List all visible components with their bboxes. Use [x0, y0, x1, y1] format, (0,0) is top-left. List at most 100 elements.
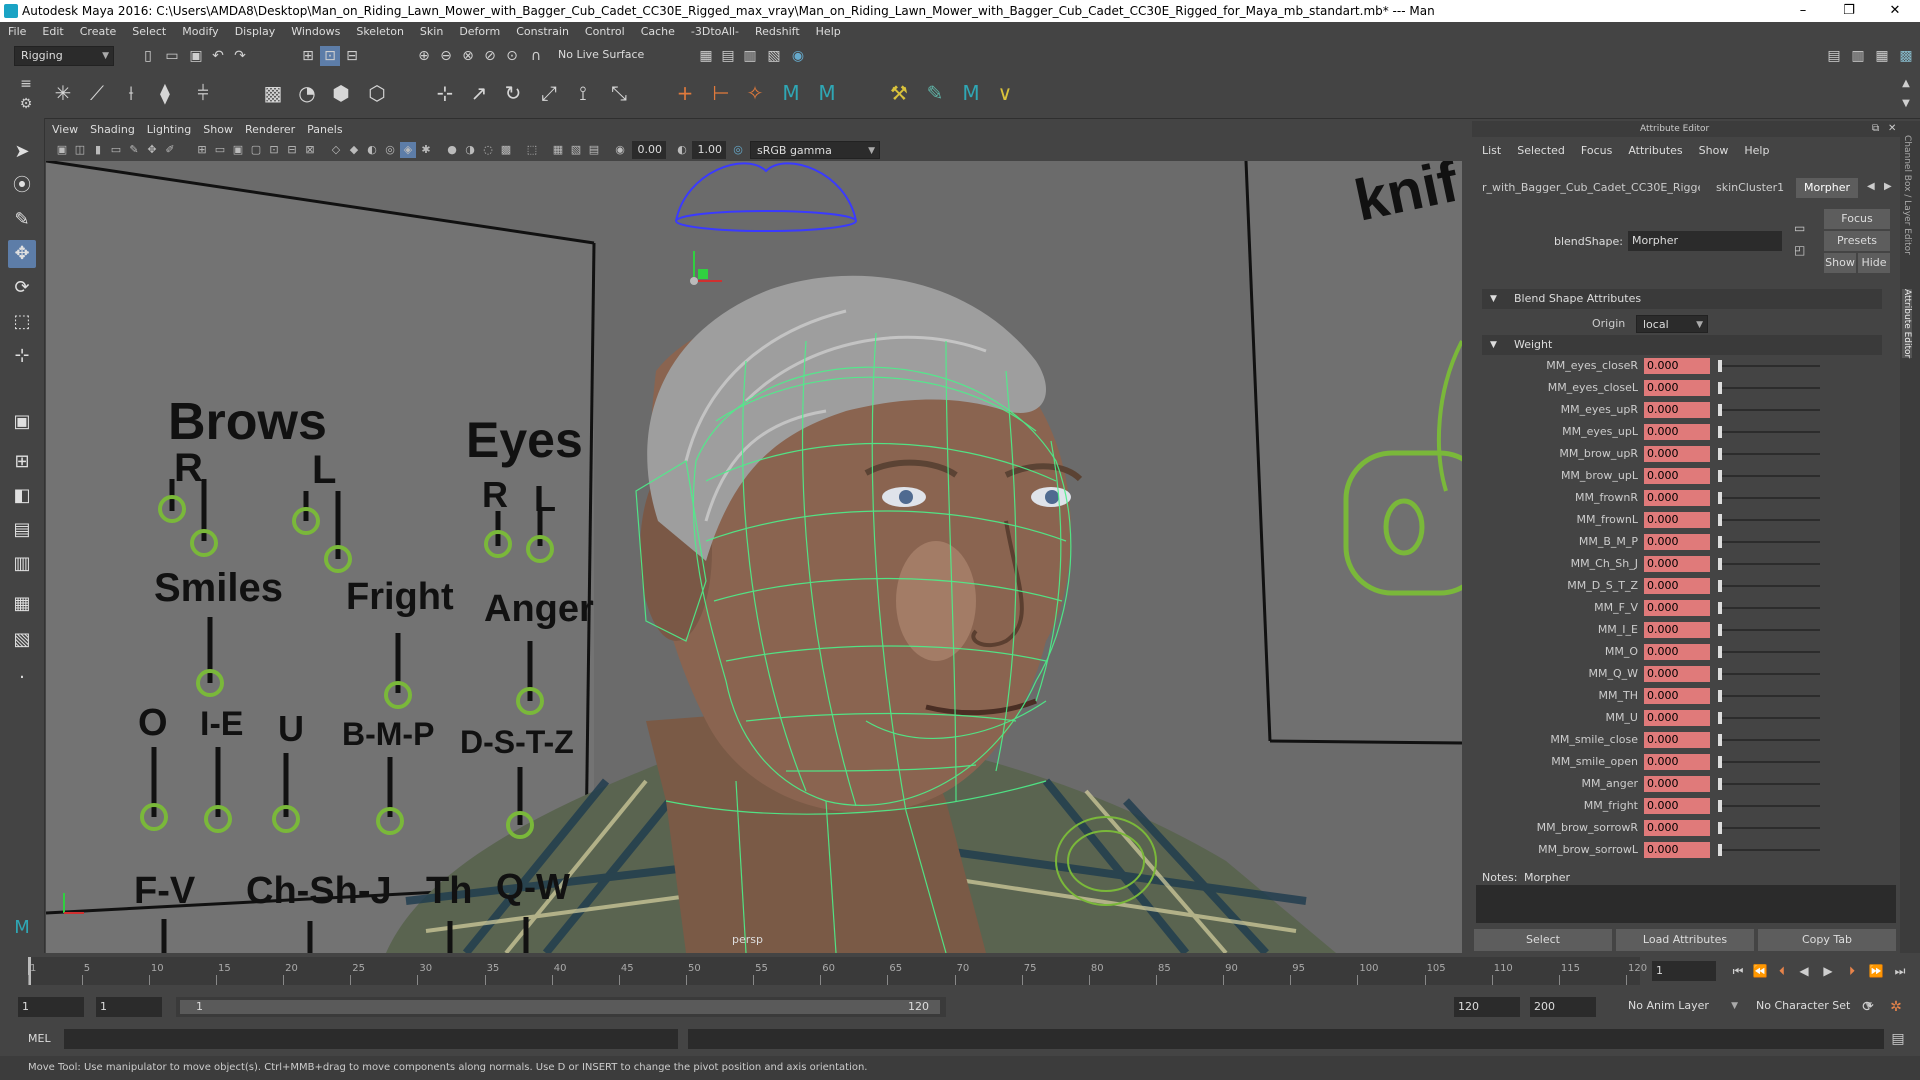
universal-manipulator-icon[interactable]: ⊹: [8, 342, 36, 370]
move-tool-icon[interactable]: ✥: [8, 240, 36, 268]
layout-graph-icon[interactable]: ▥: [8, 550, 36, 578]
hik-character-icon[interactable]: M: [812, 78, 842, 108]
safe-action-icon[interactable]: ⊟: [284, 142, 300, 158]
snap-point-icon[interactable]: ⊗: [458, 46, 478, 66]
weight-slider-handle[interactable]: [1718, 756, 1722, 768]
weight-slider-track[interactable]: [1720, 519, 1820, 521]
panel-menu-shading[interactable]: Shading: [84, 121, 141, 139]
undo-icon[interactable]: ↶: [208, 46, 228, 66]
step-forward-key-icon[interactable]: ⏩: [1866, 961, 1886, 981]
weight-slider-track[interactable]: [1720, 673, 1820, 675]
weight-value-field[interactable]: 0.000: [1644, 666, 1710, 682]
isolate-select-icon[interactable]: ⬚: [524, 142, 540, 158]
animation-start-field[interactable]: 1: [18, 997, 84, 1017]
hik-icon[interactable]: M: [776, 78, 806, 108]
play-backward-icon[interactable]: ◀: [1794, 961, 1814, 981]
blendshape-name-field[interactable]: Morpher: [1628, 231, 1782, 251]
weight-value-field[interactable]: 0.000: [1644, 578, 1710, 594]
hypershade-icon[interactable]: ◉: [788, 46, 808, 66]
weight-value-field[interactable]: 0.000: [1644, 534, 1710, 550]
weight-slider-handle[interactable]: [1718, 448, 1722, 460]
tab-prev-icon[interactable]: ◀: [1867, 181, 1875, 192]
weight-value-field[interactable]: 0.000: [1644, 776, 1710, 792]
layout-four-icon[interactable]: ⊞: [8, 448, 36, 476]
shelf-scroll-up-icon[interactable]: ▲: [1896, 74, 1916, 94]
scale-tool-icon[interactable]: ⬚: [8, 308, 36, 336]
new-scene-icon[interactable]: ▯: [138, 46, 158, 66]
panel-menu-lighting[interactable]: Lighting: [141, 121, 197, 139]
playback-end-field[interactable]: 120: [1454, 997, 1520, 1017]
weight-slider-handle[interactable]: [1718, 844, 1722, 856]
wireframe-on-shaded-icon[interactable]: ◎: [382, 142, 398, 158]
copy-tab-button[interactable]: Copy Tab: [1758, 929, 1896, 951]
render-settings-icon[interactable]: ▧: [764, 46, 784, 66]
render-sequence-icon[interactable]: ▤: [718, 46, 738, 66]
weight-value-field[interactable]: 0.000: [1644, 754, 1710, 770]
use-all-lights-icon[interactable]: ●: [444, 142, 460, 158]
shelf-menu-icon[interactable]: ≡: [16, 74, 36, 94]
ae-menu-focus[interactable]: Focus: [1573, 141, 1620, 161]
weight-value-field[interactable]: 0.000: [1644, 798, 1710, 814]
wireframe-icon[interactable]: ◇: [328, 142, 344, 158]
weight-slider-track[interactable]: [1720, 651, 1820, 653]
layout-side-icon[interactable]: ◧: [8, 482, 36, 510]
ae-menu-help[interactable]: Help: [1736, 141, 1777, 161]
color-management-icon[interactable]: ◎: [730, 142, 746, 158]
weight-slider-handle[interactable]: [1718, 536, 1722, 548]
paint-weights-icon[interactable]: ⫩: [188, 78, 218, 108]
viewport-persp[interactable]: Brows R L Eyes R L Smiles Fright Anger O…: [46, 161, 1462, 953]
select-object-icon[interactable]: ⊡: [320, 46, 340, 66]
panel-menu-panels[interactable]: Panels: [301, 121, 348, 139]
weight-value-field[interactable]: 0.000: [1644, 424, 1710, 440]
ipr-render-icon[interactable]: ▥: [740, 46, 760, 66]
weight-slider-track[interactable]: [1720, 761, 1820, 763]
anim-prefs-icon[interactable]: ✲: [1886, 997, 1906, 1017]
tool-settings-icon[interactable]: ▦: [1872, 46, 1892, 66]
weight-slider-track[interactable]: [1720, 585, 1820, 587]
hud-icon[interactable]: ▤: [586, 142, 602, 158]
weight-slider-track[interactable]: [1720, 541, 1820, 543]
magnet-icon[interactable]: ∩: [526, 46, 546, 66]
pen-icon[interactable]: ✐: [162, 142, 178, 158]
layout-persp-icon[interactable]: ▧: [8, 626, 36, 654]
weight-slider-track[interactable]: [1720, 717, 1820, 719]
layout-hypershade-icon[interactable]: ▦: [8, 590, 36, 618]
grease-pencil-icon[interactable]: ✎: [126, 142, 142, 158]
panel-menu-view[interactable]: View: [46, 121, 84, 139]
weight-slider-handle[interactable]: [1718, 624, 1722, 636]
weight-slider-handle[interactable]: [1718, 492, 1722, 504]
smooth-shade-icon[interactable]: ◆: [346, 142, 362, 158]
weight-value-field[interactable]: 0.000: [1644, 446, 1710, 462]
exposure-icon[interactable]: ◉: [612, 142, 628, 158]
weight-slider-track[interactable]: [1720, 629, 1820, 631]
gate-mask-icon[interactable]: ▢: [248, 142, 264, 158]
blend-shape-attributes-section[interactable]: ▼ Blend Shape Attributes: [1482, 289, 1882, 309]
layout-outliner-icon[interactable]: ▤: [8, 516, 36, 544]
weight-slider-track[interactable]: [1720, 607, 1820, 609]
weight-slider-track[interactable]: [1720, 695, 1820, 697]
weight-value-field[interactable]: 0.000: [1644, 820, 1710, 836]
weight-slider-handle[interactable]: [1718, 822, 1722, 834]
current-frame-field[interactable]: 1: [1652, 961, 1716, 981]
blendshape-icon[interactable]: ⬡: [362, 78, 392, 108]
component-editor-icon[interactable]: ⚒: [884, 78, 914, 108]
weight-slider-track[interactable]: [1720, 739, 1820, 741]
weight-value-field[interactable]: 0.000: [1644, 402, 1710, 418]
shelf-scroll-down-icon[interactable]: ▼: [1896, 94, 1916, 114]
menu-constrain[interactable]: Constrain: [508, 22, 577, 42]
menu-help[interactable]: Help: [808, 22, 849, 42]
menu-display[interactable]: Display: [227, 22, 284, 42]
time-slider[interactable]: 1 5 10 15 20 25 30 35 40 45 50 55 60 65 70 75 80 85 90 95 10…: [0, 953, 1920, 989]
resolution-gate-icon[interactable]: ▣: [230, 142, 246, 158]
menu-3dtoall[interactable]: -3DtoAll-: [683, 22, 747, 42]
range-slider[interactable]: 1 120: [176, 997, 946, 1017]
joint-orient-icon[interactable]: ⊢: [706, 78, 736, 108]
weight-slider-track[interactable]: [1720, 409, 1820, 411]
gamma-field[interactable]: 1.00: [692, 141, 726, 159]
snap-surface-icon[interactable]: ⊙: [502, 46, 522, 66]
ik-spline-icon[interactable]: ⟊: [116, 78, 146, 108]
safe-title-icon[interactable]: ⊠: [302, 142, 318, 158]
range-slider-handle[interactable]: [180, 1000, 940, 1014]
command-input[interactable]: [64, 1029, 678, 1049]
ae-menu-list[interactable]: List: [1474, 141, 1509, 161]
